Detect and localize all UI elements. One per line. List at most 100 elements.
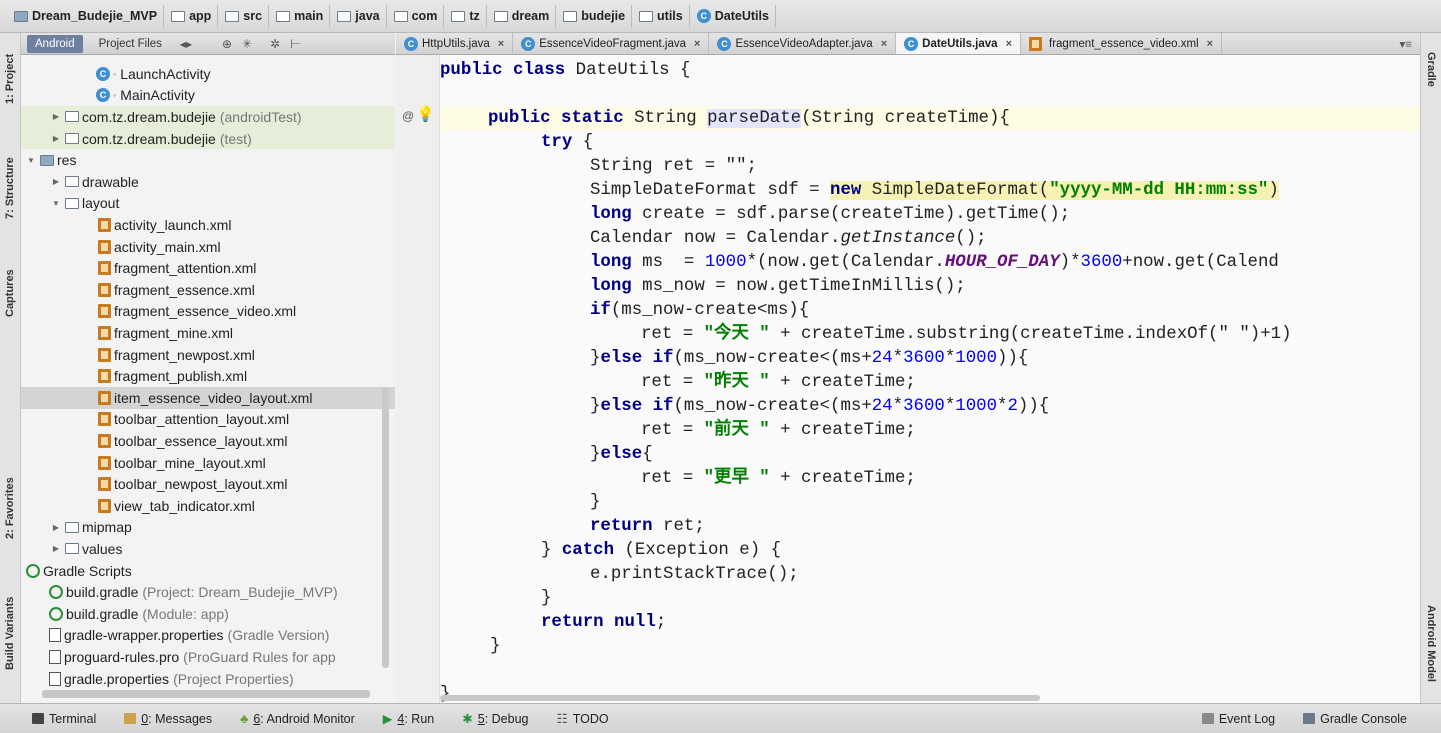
tree-item[interactable]: ▼ res [21,149,395,171]
tree-item[interactable]: C ◦ LaunchActivity [21,63,395,85]
editor-tab[interactable]: C EssenceVideoAdapter.java × [709,33,897,54]
collapse-icon[interactable]: ✳ [242,37,252,51]
gradle-icon [49,585,63,600]
close-icon[interactable]: × [498,38,504,50]
event-log-button[interactable]: Event Log [1201,712,1275,726]
tree-item[interactable]: ▶ com.tz.dream.budejie (test) [21,127,395,150]
tree-item[interactable]: gradle.properties (Project Properties) [21,668,395,690]
run-button[interactable]: ▶ 4: Run [383,711,434,727]
arrows-icon[interactable]: ◂▸ [180,37,192,51]
tab-structure[interactable]: 7: Structure [2,143,18,233]
tab-gradle[interactable]: Gradle [1423,39,1439,99]
tree-item[interactable]: toolbar_mine_layout.xml [21,452,395,474]
tree-item[interactable]: ▼ layout [21,193,395,215]
breadcrumb-label: utils [657,9,683,23]
expand-right-icon[interactable]: ▶ [51,523,61,532]
breadcrumb-item[interactable]: C DateUtils [693,5,776,27]
tree-item[interactable]: view_tab_indicator.xml [21,495,395,517]
tree-item[interactable]: ▶ values [21,538,395,560]
expand-right-icon[interactable]: ▶ [51,112,61,121]
tab-list-icon[interactable]: ▾≡ [1400,37,1412,51]
override-marker-icon[interactable]: @ [402,109,414,123]
terminal-button[interactable]: Terminal [32,712,96,726]
gradle-console-button[interactable]: Gradle Console [1303,712,1407,726]
xml-file-icon [98,304,111,319]
tree-item[interactable]: build.gradle (Project: Dream_Budejie_MVP) [21,581,395,603]
tree-vertical-scrollbar[interactable] [382,388,389,668]
tree-horizontal-scrollbar[interactable] [42,690,370,698]
code-line: return ret; [590,517,705,536]
tree-item[interactable]: toolbar_essence_layout.xml [21,430,395,452]
editor-tab[interactable]: C DateUtils.java × [896,33,1022,54]
tree-item[interactable]: fragment_essence.xml [21,279,395,301]
expand-right-icon[interactable]: ▶ [51,134,61,143]
tree-item[interactable]: activity_main.xml [21,236,395,258]
tree-item[interactable]: ▶ mipmap [21,517,395,539]
tree-item[interactable]: ▶ drawable [21,171,395,193]
close-icon[interactable]: × [1006,38,1012,50]
tab-captures[interactable]: Captures [2,253,18,333]
breadcrumb-item[interactable]: app [167,5,219,27]
right-tool-strip: Gradle Android Model [1420,33,1441,703]
tree-item[interactable]: activity_launch.xml [21,214,395,236]
tree-item[interactable]: C ◦ MainActivity [21,85,395,107]
todo-button[interactable]: ☷ TODO [556,711,608,727]
code-editor[interactable]: public class DateUtils { public static S… [440,55,1420,703]
tree-item[interactable]: toolbar_newpost_layout.xml [21,473,395,495]
editor-tab[interactable]: C HttpUtils.java × [396,33,514,54]
tree-item[interactable]: fragment_essence_video.xml [21,301,395,323]
tree-item[interactable]: toolbar_attention_layout.xml [21,409,395,431]
breadcrumb-item[interactable]: com [390,5,445,27]
breadcrumb-item[interactable]: Dream_Budejie_MVP [10,5,165,27]
close-icon[interactable]: × [694,38,700,50]
close-icon[interactable]: × [881,38,887,50]
tree-item[interactable]: proguard-rules.pro (ProGuard Rules for ap… [21,646,395,668]
tree-item[interactable]: Gradle Scripts [21,560,395,582]
tree-item[interactable]: build.gradle (Module: app) [21,603,395,625]
breadcrumb-item[interactable]: src [221,5,270,27]
tab-project-files[interactable]: Project Files [91,35,170,53]
expand-right-icon[interactable]: ▶ [51,177,61,186]
tab-android-view[interactable]: Android [27,34,83,53]
breadcrumb-item[interactable]: utils [635,5,690,27]
breadcrumb-item[interactable]: budejie [559,5,633,27]
tree-item-label: gradle-wrapper.properties [64,627,224,644]
breadcrumb-item[interactable]: tz [447,5,487,27]
xml-file-icon [98,477,111,492]
code-line: SimpleDateFormat sdf = new SimpleDateFor… [590,181,1279,200]
xml-file-icon [98,217,111,232]
expand-right-icon[interactable]: ▶ [51,544,61,553]
tree-item[interactable]: fragment_attention.xml [21,257,395,279]
tree-item[interactable]: fragment_newpost.xml [21,344,395,366]
breadcrumb-item[interactable]: main [272,5,331,27]
tree-item[interactable]: item_essence_video_layout.xml [21,387,395,409]
tab-android-model[interactable]: Android Model [1423,588,1439,698]
messages-button[interactable]: 0: Messages [124,712,212,726]
editor-horizontal-scrollbar[interactable] [440,695,1040,701]
hide-panel-icon[interactable]: ⊢ [290,37,300,51]
tree-item[interactable]: fragment_mine.xml [21,322,395,344]
breadcrumb-item[interactable]: java [333,5,387,27]
breadcrumb-label: com [411,9,438,23]
tree-item[interactable]: gradle-wrapper.properties (Gradle Version… [21,625,395,647]
editor-tab[interactable]: C EssenceVideoFragment.java × [513,33,710,54]
close-icon[interactable]: × [1207,38,1213,50]
editor-tab-label: fragment_essence_video.xml [1049,37,1199,50]
expand-down-icon[interactable]: ▼ [51,199,61,208]
tree-item[interactable]: ▶ com.tz.dream.budejie (androidTest) [21,106,395,128]
tree-item-label: build.gradle [66,584,139,601]
editor-tab[interactable]: fragment_essence_video.xml × [1021,33,1223,54]
lightbulb-icon[interactable]: 💡 [416,105,435,123]
tree-item[interactable]: fragment_publish.xml [21,365,395,387]
debug-button[interactable]: ✱ 5: Debug [462,711,528,727]
sync-icon[interactable]: ⊕ [222,37,232,51]
android-monitor-button[interactable]: ♣ 6: Android Monitor [240,712,355,726]
breadcrumb-label: app [189,9,212,23]
breadcrumb-item[interactable]: dream [490,5,557,27]
expand-down-icon[interactable]: ▼ [26,156,36,165]
tab-favorites[interactable]: 2: Favorites [2,463,18,553]
tab-project[interactable]: 1: Project [2,39,18,119]
tab-build-variants[interactable]: Build Variants [2,583,18,683]
xml-file-icon [98,433,111,448]
gear-icon[interactable]: ✲ [270,37,280,51]
